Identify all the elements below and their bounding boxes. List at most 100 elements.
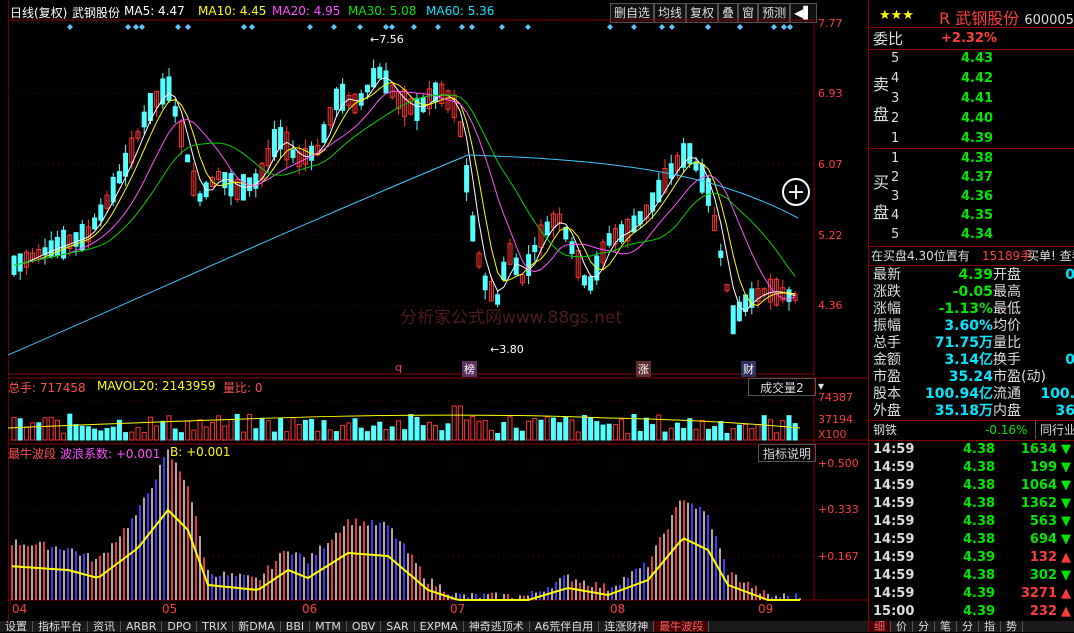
quote-stat-row: 金额 3.14亿 换手 0 [873, 352, 1074, 368]
event-diamond-markers [67, 24, 793, 30]
rating-stars-icon: ★★★ [879, 8, 914, 23]
tab-obv[interactable]: OBV [347, 621, 382, 632]
buy-level-row[interactable]: 1 4.38 [869, 150, 1074, 168]
tick-row: 14:59 4.38 563 ▼ [873, 514, 1071, 529]
volume-axis-unit: X100 [818, 428, 847, 441]
sell-level-row[interactable]: 3 4.41 [869, 90, 1074, 108]
volume-bars [8, 405, 801, 441]
price-axis-label: 7.77 [818, 17, 843, 30]
buy-level-row[interactable]: 3 4.36 [869, 188, 1074, 206]
tab-best-wave[interactable]: 最牛波段 [654, 621, 710, 632]
high-annotation: ←7.56 [370, 33, 404, 46]
price-axis-label: 5.22 [818, 229, 843, 242]
tab-new-dma[interactable]: 新DMA [233, 621, 281, 632]
indicator-name: 最牛波段 [8, 447, 57, 461]
quote-stat-row: 市盈 35.24 市盈(动) [873, 369, 1046, 385]
volume-axis-label: 37194 [818, 413, 853, 426]
volume-axis-label: 74387 [818, 391, 853, 404]
event-marker-rise[interactable]: 涨 [636, 361, 651, 377]
volume-ratio-label: 量比: 0 [223, 381, 263, 395]
buy-level-row[interactable]: 4 4.35 [869, 207, 1074, 225]
candlestick-series [11, 59, 798, 335]
quote-tab-bar: 细价分笔分指势 [869, 621, 1074, 632]
tick-row: 14:59 4.38 302 ▼ [873, 568, 1071, 583]
quote-tab[interactable]: 分 [957, 621, 979, 632]
event-marker-finance[interactable]: 财 [741, 361, 756, 377]
arrow-down-icon: ▼ [1061, 496, 1071, 511]
order-ratio-row: 委比 +2.32% [873, 30, 997, 48]
watermark-text: 分析家公式网www.88gs.net [400, 308, 623, 328]
zoom-in-icon[interactable]: + [782, 178, 810, 206]
arrow-down-icon: ▼ [1061, 532, 1071, 547]
price-axis-label: 4.36 [818, 299, 843, 312]
tick-row: 14:59 4.39 3271 ▲ [873, 586, 1071, 601]
quote-panel: ★★★ R 武钢股份 600005 委比 +2.32% 卖 盘 买 盘 5 4.… [868, 0, 1074, 632]
tick-row: 14:59 4.38 1362 ▼ [873, 496, 1071, 511]
tick-row: 14:59 4.38 694 ▼ [873, 532, 1071, 547]
tab-expma[interactable]: EXPMA [415, 621, 464, 632]
quote-stat-row: 涨跌 -0.05 最高 [873, 284, 1021, 300]
quote-tab[interactable]: 细 [869, 621, 891, 632]
arrow-up-icon: ▲ [1061, 604, 1071, 619]
tick-row: 14:59 4.38 199 ▼ [873, 460, 1071, 475]
quote-tab[interactable]: 势 [1001, 621, 1023, 632]
low-annotation: ←3.80 [490, 343, 524, 356]
sell-level-row[interactable]: 4 4.42 [869, 70, 1074, 88]
tab-sar[interactable]: SAR [381, 621, 415, 632]
b-value-label: B: +0.001 [170, 445, 231, 459]
quote-tab[interactable]: 分 [913, 621, 935, 632]
tab-settings[interactable]: 设置 [0, 621, 33, 632]
indicator-bars [11, 449, 801, 600]
quote-tab[interactable]: 价 [891, 621, 913, 632]
date-label: 05 [162, 602, 178, 616]
tab-dpo[interactable]: DPO [162, 621, 198, 632]
sell-level-row[interactable]: 1 4.39 [869, 130, 1074, 148]
arrow-down-icon: ▼ [1061, 478, 1071, 493]
volume-header: 总手: 717458 MAVOL20: 2143959 量比: 0 成交量2 ▾ [8, 378, 868, 396]
tab-arbr[interactable]: ARBR [121, 621, 163, 632]
sell-level-row[interactable]: 5 4.43 [869, 50, 1074, 68]
tab-escape-top[interactable]: 神奇逃顶术 [464, 621, 530, 632]
indicator-axis-label: +0.500 [818, 457, 859, 470]
price-axis-label: 6.93 [818, 87, 843, 100]
indicator-tab-bar: 设置 指标平台 资讯 ARBR DPO TRIX 新DMA BBI MTM OB… [0, 621, 868, 632]
price-axis-label: 6.07 [818, 158, 843, 171]
arrow-up-icon: ▲ [1061, 586, 1071, 601]
indicator-help-button[interactable]: 指标说明 [758, 444, 816, 462]
event-marker-q[interactable]: q [395, 361, 402, 374]
date-label: 04 [12, 602, 28, 616]
tick-row: 14:59 4.39 132 ▲ [873, 550, 1071, 565]
quote-stat-row: 涨幅 -1.13% 最低 [873, 301, 1021, 317]
date-label: 08 [610, 602, 626, 616]
tab-indicator-platform[interactable]: 指标平台 [33, 621, 88, 632]
arrow-down-icon: ▼ [1061, 568, 1071, 583]
quote-stat-row: 总手 71.75万 量比 [873, 335, 1021, 351]
indicator-wave-line [11, 508, 800, 601]
total-volume-label: 总手: 717458 [8, 381, 86, 395]
tab-mtm[interactable]: MTM [310, 621, 347, 632]
event-marker-rank[interactable]: 榜 [462, 361, 477, 377]
tick-row: 14:59 4.38 1634 ▼ [873, 442, 1071, 457]
date-label: 09 [758, 602, 774, 616]
tab-trix[interactable]: TRIX [197, 621, 234, 632]
indicator-axis-label: +0.333 [818, 503, 859, 516]
arrow-up-icon: ▲ [1061, 550, 1071, 565]
buy-level-row[interactable]: 5 4.34 [869, 226, 1074, 244]
volume-indicator-select[interactable]: 成交量2 [748, 378, 816, 396]
date-label: 07 [450, 602, 466, 616]
tab-a6[interactable]: A6荒伴自用 [530, 621, 600, 632]
indicator-header: 最牛波段 波浪系数: +0.001 B: +0.001 指标说明 [8, 444, 868, 462]
big-order-notice[interactable]: 在买盘4.30位置有 15189手 买单! 查看 [869, 247, 1074, 265]
tab-rising-god[interactable]: 连涨财神 [599, 621, 655, 632]
sector-row: 钢铁 -0.16% 同行业 [869, 421, 1074, 439]
quote-tab[interactable]: 笔 [935, 621, 957, 632]
quote-stat-row: 股本 100.94亿 流通 100. [873, 386, 1074, 402]
same-industry-button[interactable]: 同行业 [1035, 421, 1074, 439]
quote-tab[interactable]: 指 [979, 621, 1001, 632]
tab-news[interactable]: 资讯 [88, 621, 121, 632]
buy-level-row[interactable]: 2 4.37 [869, 169, 1074, 187]
sell-level-row[interactable]: 2 4.40 [869, 110, 1074, 128]
arrow-down-icon: ▼ [1061, 460, 1071, 475]
tab-bbi[interactable]: BBI [281, 621, 311, 632]
arrow-down-icon: ▼ [1061, 442, 1071, 457]
